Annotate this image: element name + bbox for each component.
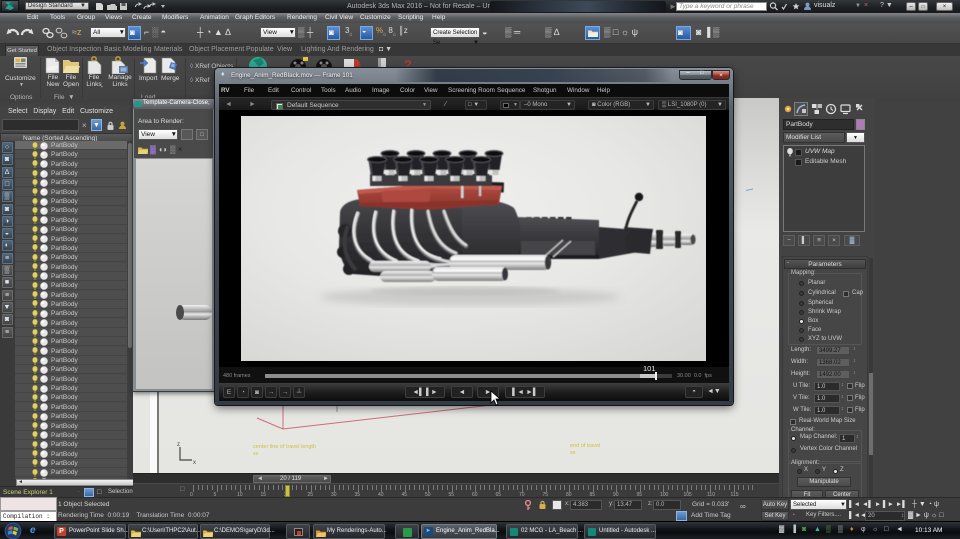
svg-text:z: z [177,442,180,448]
svg-text:·: · [141,5,143,11]
svg-text:xx: xx [570,450,576,456]
svg-text:xx: xx [253,451,259,457]
svg-text:end of travel: end of travel [570,443,600,449]
svg-text:x: x [193,460,196,466]
svg-text:·: · [155,5,157,11]
svg-text:center line of travel length: center line of travel length [253,444,316,450]
